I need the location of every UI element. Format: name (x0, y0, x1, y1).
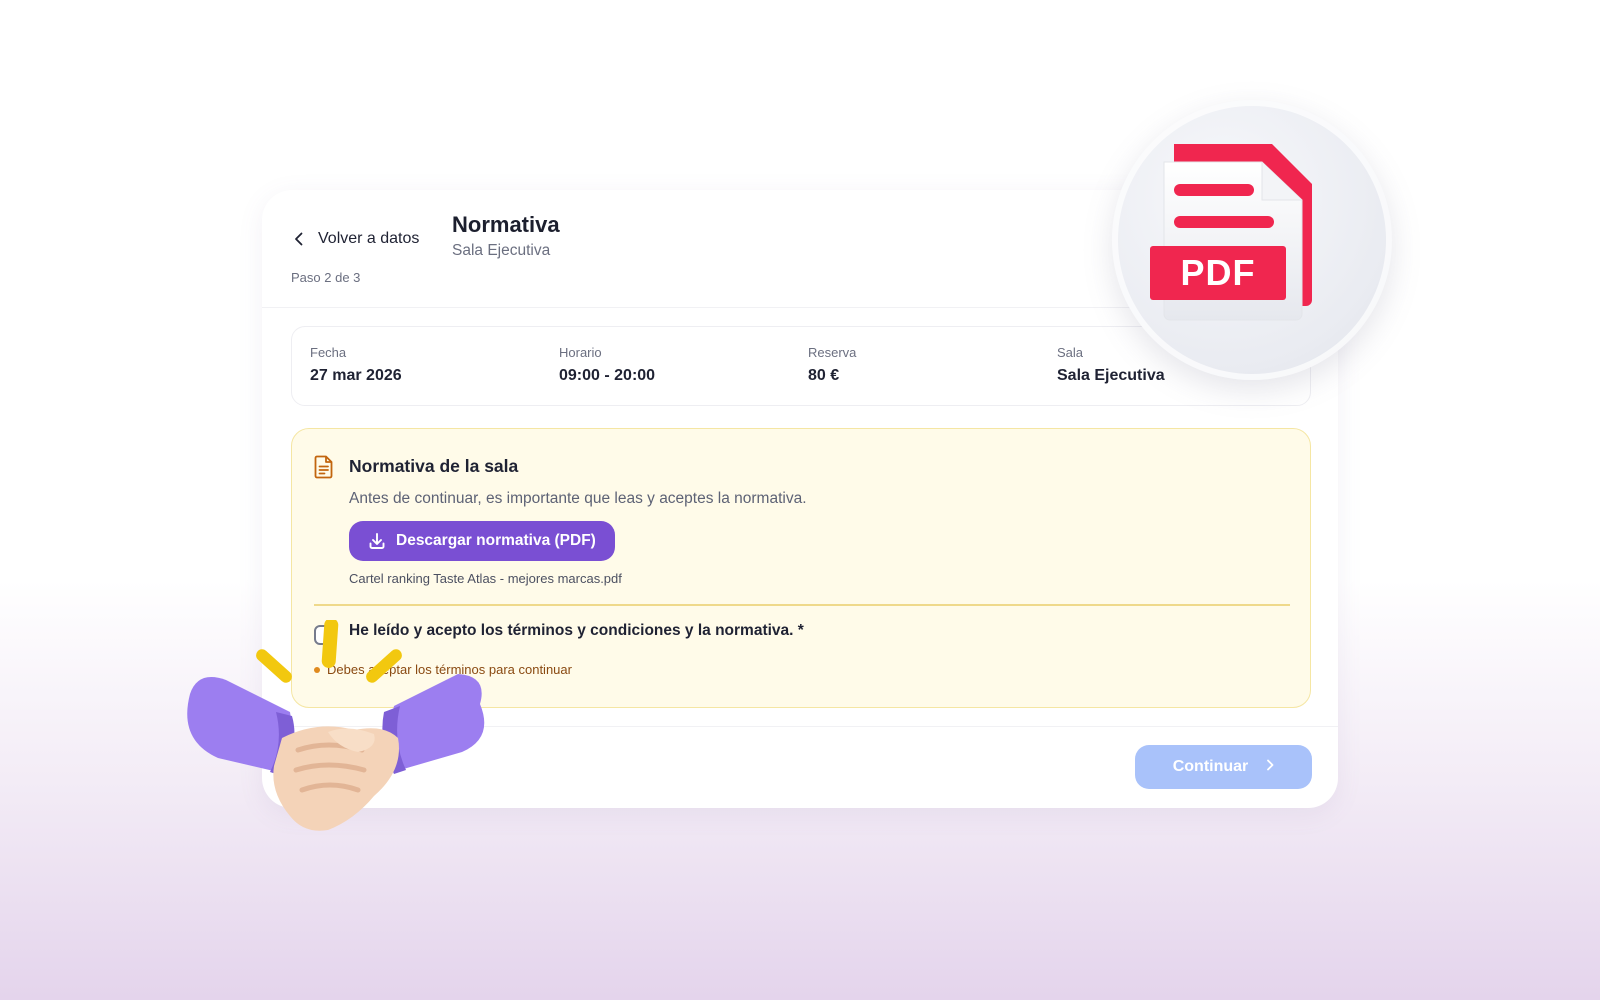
handshake-icon (178, 618, 498, 850)
back-button[interactable]: Volver a datos (292, 224, 419, 254)
download-rules-label: Descargar normativa (PDF) (396, 532, 596, 549)
chevron-right-icon (1266, 758, 1274, 776)
pdf-badge-label: PDF (1180, 252, 1256, 293)
summary-date: Fecha 27 mar 2026 (310, 345, 402, 385)
document-icon (314, 455, 334, 479)
summary-booking-value: 80 € (808, 367, 840, 384)
summary-schedule-value: 09:00 - 20:00 (559, 367, 656, 384)
pdf-badge: PDF (1112, 100, 1392, 380)
step-indicator: Paso 2 de 3 (291, 270, 361, 285)
back-button-label: Volver a datos (318, 230, 420, 247)
chevron-left-icon (292, 232, 306, 246)
summary-schedule-label: Horario (559, 345, 602, 360)
rules-title: Normativa de la sala (349, 456, 519, 476)
summary-date-label: Fecha (310, 345, 347, 360)
download-rules-button[interactable]: Descargar normativa (PDF) (349, 521, 615, 561)
page-subtitle: Sala Ejecutiva (452, 242, 551, 259)
summary-booking-label: Reserva (808, 345, 857, 360)
continue-button-label: Continuar (1172, 758, 1249, 775)
summary-booking: Reserva 80 € (808, 345, 856, 385)
summary-date-value: 27 mar 2026 (310, 367, 402, 384)
continue-button[interactable]: Continuar (1135, 745, 1312, 789)
summary-schedule: Horario 09:00 - 20:00 (559, 345, 655, 385)
rules-divider (314, 604, 1290, 606)
rules-file-name: Cartel ranking Taste Atlas - mejores mar… (349, 571, 622, 586)
page-title: Normativa (452, 212, 560, 237)
download-icon (368, 532, 386, 550)
pdf-file-icon (1150, 144, 1312, 321)
rules-description: Antes de continuar, es importante que le… (349, 490, 807, 507)
